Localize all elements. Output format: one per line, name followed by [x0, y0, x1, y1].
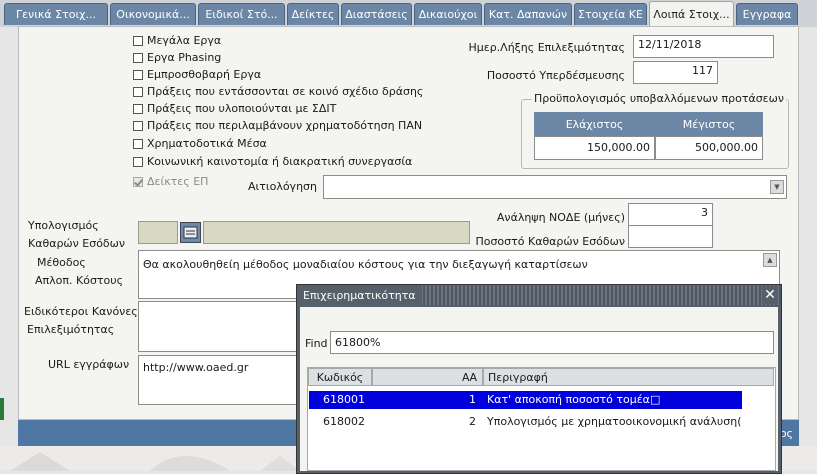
col-header-code[interactable]: Κωδικός — [308, 368, 372, 386]
tab-expense-categories[interactable]: Κατ. Δαπανών — [484, 3, 572, 25]
checkbox-frontloaded-projects[interactable]: Εμπροσθοβαρή Εργα — [133, 68, 261, 81]
row-code: 618001 — [323, 393, 365, 406]
checkbox-box[interactable] — [133, 120, 143, 131]
net-income-pct-field[interactable] — [628, 225, 713, 248]
node-field[interactable]: 3 — [628, 203, 713, 226]
justification-label: Αιτιολόγηση — [248, 180, 317, 193]
row-desc: Υπολογισμός με χρηματοοικονομική ανάλυση… — [487, 415, 742, 428]
budget-min-field[interactable]: 150,000.00 — [534, 136, 655, 160]
special-rules-field[interactable] — [138, 301, 298, 352]
checkbox-box[interactable] — [133, 69, 143, 80]
checkbox-label: Πράξεις που υλοποιούνται με ΣΔΙΤ — [147, 102, 337, 115]
checkbox-box[interactable] — [133, 103, 143, 114]
checkbox-joint-action-plan[interactable]: Πράξεις που εντάσσονται σε κοινό σχέδιο … — [133, 85, 423, 98]
scroll-up-icon[interactable]: ▲ — [763, 253, 777, 267]
special-rules-label-2: Επιλεξιμότητας — [27, 323, 115, 336]
popup-title-bar[interactable]: Επιχειρηματικότητα ✕ — [297, 285, 781, 305]
list-item[interactable]: 618001 1 Κατ' αποκοπή ποσοστό τομέα□ — [309, 391, 742, 409]
scroll-down-icon[interactable]: ▼ — [770, 180, 784, 194]
checkbox-major-projects[interactable]: Μεγάλα Εργα — [133, 34, 221, 47]
checkbox-box[interactable] — [133, 52, 143, 63]
eligibility-end-field[interactable]: 12/11/2018 — [633, 35, 774, 58]
calc-net-label-1: Υπολογισμός — [28, 219, 99, 232]
tab-beneficiaries[interactable]: Δικαιούχοι — [414, 3, 482, 25]
tab-bar: Γενικά Στοιχ... Οικονομικά... Ειδικοί Στ… — [0, 0, 817, 27]
eligibility-end-label: Ημερ.Λήξης Επιλεξιμότητας — [468, 41, 625, 54]
tab-documents[interactable]: Εγγραφα — [736, 3, 798, 25]
close-icon[interactable]: ✕ — [762, 286, 778, 304]
lov-picker-icon[interactable] — [180, 222, 201, 243]
tab-special[interactable]: Ειδικοί Στό... — [198, 3, 285, 25]
checkbox-box[interactable] — [133, 156, 143, 167]
checkbox-label: Δείκτες ΕΠ — [147, 175, 209, 188]
justification-field[interactable] — [323, 175, 787, 199]
checkbox-label: Πράξεις που περιλαμβάνουν χρηματοδότηση … — [147, 119, 423, 132]
row-code: 618002 — [323, 415, 365, 428]
checkbox-pan-funding[interactable]: Πράξεις που περιλαμβάνουν χρηματοδότηση … — [133, 119, 422, 132]
tab-dimensions[interactable]: Διαστάσεις — [341, 3, 412, 25]
checkbox-label: Εργα Phasing — [147, 51, 222, 64]
checkbox-box[interactable] — [133, 35, 143, 46]
checkbox-financial-instruments[interactable]: Χρηματοδοτικά Μέσα — [133, 137, 267, 150]
checkbox-ep-indicators: Δείκτες ΕΠ — [133, 175, 208, 188]
find-label: Find — [305, 337, 328, 350]
tab-ke-data[interactable]: Στοιχεία ΚΕ — [574, 3, 647, 25]
popup-body: Find 61800% Κωδικός ΑΑ Περιγραφή 618001 … — [300, 307, 778, 471]
calc-net-desc-field[interactable] — [203, 221, 470, 244]
budget-max-header: Μέγιστος — [655, 112, 763, 136]
tab-indicators[interactable]: Δείκτες — [287, 3, 339, 25]
checkbox-ppp[interactable]: Πράξεις που υλοποιούνται με ΣΔΙΤ — [133, 102, 336, 115]
node-label: Ανάληψη ΝΟΔΕ (μήνες) — [496, 211, 625, 224]
left-edge-indicator — [0, 398, 4, 420]
checkbox-label: Πράξεις που εντάσσονται σε κοινό σχέδιο … — [147, 85, 424, 98]
url-field[interactable]: http://www.oaed.gr — [138, 355, 298, 405]
checkbox-phasing-projects[interactable]: Εργα Phasing — [133, 51, 221, 64]
col-header-aa[interactable]: ΑΑ — [372, 368, 483, 386]
url-label: URL εγγράφων — [48, 358, 130, 371]
popup-title: Επιχειρηματικότητα — [297, 285, 422, 305]
row-aa: 2 — [469, 415, 476, 428]
calc-net-label-2: Καθαρών Εσόδων — [28, 237, 126, 250]
row-desc: Κατ' αποκοπή ποσοστό τομέα□ — [487, 393, 661, 406]
special-rules-label-1: Ειδικότεροι Κανόνες — [24, 305, 138, 318]
checkbox-label: Εμπροσθοβαρή Εργα — [147, 68, 262, 81]
checkbox-label: Μεγάλα Εργα — [147, 34, 222, 47]
checkbox-label: Κοινωνική καινοτομία ή διακρατική συνεργ… — [147, 155, 413, 168]
checkbox-box — [133, 176, 143, 187]
budget-max-field[interactable]: 500,000.00 — [655, 136, 763, 160]
method-label-2: Απλοπ. Κόστους — [35, 274, 124, 287]
checkbox-label: Χρηματοδοτικά Μέσα — [147, 137, 267, 150]
net-income-pct-label: Ποσοστό Καθαρών Εσόδων — [475, 235, 625, 248]
checkbox-box[interactable] — [133, 86, 143, 97]
find-input[interactable]: 61800% — [330, 331, 774, 354]
budget-min-header: Ελάχιστος — [534, 112, 655, 136]
row-aa: 1 — [469, 393, 476, 406]
list-item[interactable]: 618002 2 Υπολογισμός με χρηματοοικονομικ… — [309, 413, 742, 431]
tab-other-data[interactable]: Λοιπά Στοιχ... — [649, 1, 734, 27]
lov-popup-window[interactable]: Επιχειρηματικότητα ✕ Find 61800% Κωδικός… — [296, 284, 782, 474]
tab-financial[interactable]: Οικονομικά... — [110, 3, 196, 25]
overcommit-field[interactable]: 117 — [633, 61, 718, 84]
budget-title: Προϋπολογισμός υποβαλλόμενων προτάσεων — [532, 92, 786, 105]
calc-net-code-field[interactable] — [138, 221, 178, 244]
overcommit-label: Ποσοστό Υπερδέσμευσης — [486, 69, 625, 82]
col-header-desc[interactable]: Περιγραφή — [483, 368, 774, 386]
tab-general[interactable]: Γενικά Στοιχ... — [4, 3, 108, 25]
method-label-1: Μέθοδος — [37, 256, 86, 269]
checkbox-box[interactable] — [133, 138, 143, 149]
checkbox-social-innovation[interactable]: Κοινωνική καινοτομία ή διακρατική συνεργ… — [133, 155, 412, 168]
